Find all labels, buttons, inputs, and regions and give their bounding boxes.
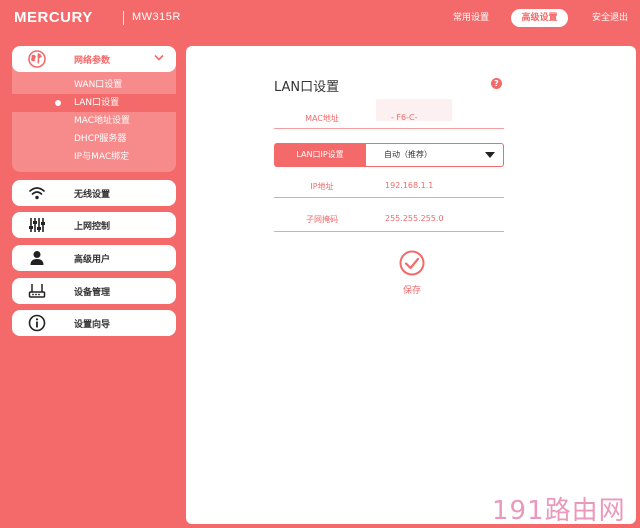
sidebar-item-setup-wizard[interactable]: 设置向导: [12, 310, 176, 336]
main-panel: LAN口设置 ? MAC地址 - F6-C- LAN口IP设置 自动（推荐） I…: [186, 46, 636, 524]
logo-divider: [123, 11, 124, 25]
mac-value: - F6-C-: [391, 113, 418, 122]
save-check-icon[interactable]: [399, 250, 425, 276]
help-icon[interactable]: ?: [491, 78, 502, 89]
divider: [274, 197, 504, 198]
page-title: LAN口设置: [274, 80, 340, 95]
sidebar-item-ip-mac-bind[interactable]: IP与MAC绑定: [12, 148, 176, 166]
sidebar-item-dhcp[interactable]: DHCP服务器: [12, 130, 176, 148]
sidebar-item-label: LAN口设置: [74, 98, 120, 108]
save-button[interactable]: 保存: [389, 283, 435, 296]
brand-logo: MERCURY: [14, 9, 93, 26]
ip-value: 192.168.1.1: [385, 181, 434, 190]
subnet-mask-label: 子网掩码: [306, 215, 338, 224]
nav-common-settings[interactable]: 常用设置: [447, 9, 495, 27]
sidebar-group-label: 网络参数: [74, 56, 111, 66]
sidebar-item-label: 无线设置: [74, 190, 111, 200]
sidebar-item-label: 设置向导: [74, 320, 111, 330]
lan-ip-mode-label: LAN口IP设置: [274, 143, 366, 167]
ip-label: IP地址: [310, 182, 334, 191]
sidebar-item-device-mgmt[interactable]: 设备管理: [12, 278, 176, 304]
divider: [274, 128, 504, 129]
info-icon: [28, 314, 46, 332]
user-icon: [30, 251, 44, 265]
sidebar-item-advanced-users[interactable]: 高级用户: [12, 245, 176, 271]
top-header: MERCURY MW315R 常用设置 高级设置 安全退出: [0, 0, 640, 38]
sidebar-item-label: 高级用户: [74, 255, 111, 265]
lan-ip-mode-select[interactable]: 自动（推荐）: [366, 143, 504, 167]
wifi-icon: [29, 187, 45, 200]
sidebar-item-access-control[interactable]: 上网控制: [12, 212, 176, 238]
lan-ip-mode-value: 自动（推荐）: [384, 150, 432, 159]
sidebar-item-wireless[interactable]: 无线设置: [12, 180, 176, 206]
router-icon: [28, 284, 46, 298]
globe-icon: [28, 50, 46, 68]
nav-advanced-settings[interactable]: 高级设置: [511, 9, 568, 27]
subnet-mask-value: 255.255.255.0: [385, 214, 444, 223]
divider: [274, 231, 504, 232]
dropdown-arrow-icon: [485, 152, 495, 158]
sidebar-item-label: 上网控制: [74, 222, 111, 232]
sidebar-group-network: 网络参数 WAN口设置 LAN口设置 MAC地址设置 DHCP服务器 IP与MA…: [12, 46, 176, 172]
watermark: 191路由网: [492, 496, 626, 526]
sidebar-item-label: 设备管理: [74, 288, 111, 298]
sliders-icon: [29, 218, 45, 232]
nav-logout[interactable]: 安全退出: [586, 9, 634, 27]
active-dot: [55, 100, 61, 106]
sidebar-group-header[interactable]: 网络参数: [12, 46, 176, 72]
mac-label: MAC地址: [305, 114, 339, 123]
sidebar-item-mac[interactable]: MAC地址设置: [12, 112, 176, 130]
sidebar-item-wan[interactable]: WAN口设置: [12, 76, 176, 94]
model-name: MW315R: [132, 11, 181, 23]
chevron-down-icon[interactable]: [154, 54, 164, 62]
sidebar-item-lan[interactable]: LAN口设置: [12, 94, 176, 112]
